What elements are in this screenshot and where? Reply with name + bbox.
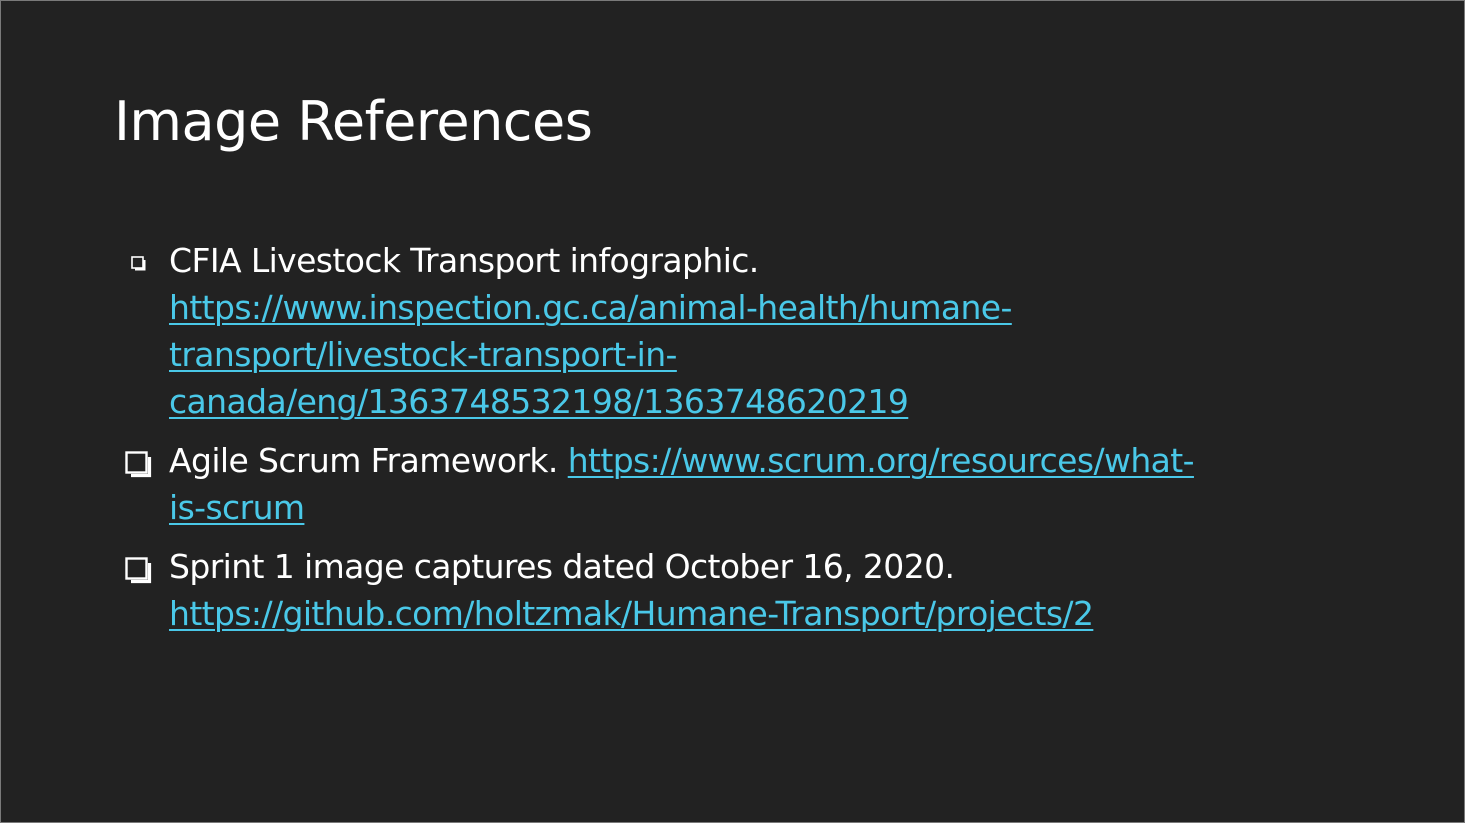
reference-link[interactable]: https://www.scrum.org/resources/what- — [568, 441, 1195, 480]
slide: Image References CFIA Livestock Transpor… — [0, 0, 1465, 823]
reference-link[interactable]: https://github.com/holtzmak/Humane-Trans… — [169, 590, 1351, 637]
reference-link-continued[interactable]: is-scrum — [169, 488, 305, 527]
checkbox-bullet-icon — [125, 437, 152, 484]
checkbox-bullet-icon — [125, 543, 152, 590]
reference-text: Sprint 1 image captures dated October 16… — [169, 547, 955, 586]
reference-item-sprint: Sprint 1 image captures dated October 16… — [121, 543, 1351, 637]
reference-item-cfia: CFIA Livestock Transport infographic. ht… — [121, 237, 1351, 425]
reference-text: Agile Scrum Framework. — [169, 441, 558, 480]
reference-link-line[interactable]: transport/livestock-transport-in- — [169, 331, 1351, 378]
reference-link-line[interactable]: canada/eng/1363748532198/1363748620219 — [169, 378, 1351, 425]
checkbox-bullet-icon — [125, 237, 149, 284]
reference-item-scrum: Agile Scrum Framework. https://www.scrum… — [121, 437, 1351, 531]
reference-text: CFIA Livestock Transport infographic. — [169, 241, 759, 280]
reference-list: CFIA Livestock Transport infographic. ht… — [121, 237, 1351, 637]
reference-link-line[interactable]: https://www.inspection.gc.ca/animal-heal… — [169, 284, 1351, 331]
slide-title: Image References — [114, 90, 593, 153]
